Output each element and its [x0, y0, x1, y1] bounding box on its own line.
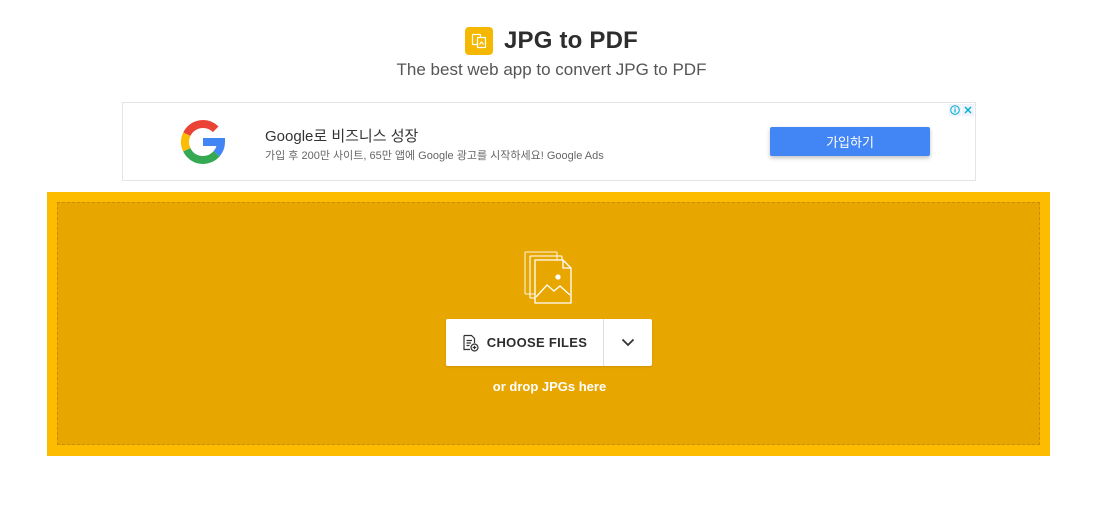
title-row: JPG to PDF: [0, 24, 1103, 58]
tagline: The best web app to convert JPG to PDF: [396, 60, 707, 79]
google-g-logo-icon: [181, 120, 226, 164]
ad-banner[interactable]: Google로 비즈니스 성장 가입 후 200만 사이트, 65만 앱에 Go…: [122, 102, 976, 181]
header: JPG to PDF The best web app to convert J…: [0, 24, 1103, 80]
ad-headline[interactable]: Google로 비즈니스 성장: [265, 125, 418, 146]
choose-files-group: CHOOSE FILES: [446, 319, 652, 366]
ad-choices: [949, 104, 974, 116]
ad-signup-button[interactable]: 가입하기: [770, 127, 930, 156]
drop-hint: or drop JPGs here: [492, 379, 607, 394]
upload-options-dropdown-button[interactable]: [604, 319, 651, 366]
choose-files-button[interactable]: CHOOSE FILES: [446, 319, 604, 366]
jpg-to-pdf-logo-icon[interactable]: [464, 27, 493, 55]
drop-zone[interactable]: CHOOSE FILES or drop JPGs here: [57, 202, 1040, 445]
image-files-icon: [524, 251, 572, 304]
chevron-down-icon: [621, 338, 634, 347]
ad-close-icon[interactable]: [962, 104, 974, 116]
ad-info-icon[interactable]: [949, 104, 961, 116]
choose-files-label: CHOOSE FILES: [486, 335, 588, 350]
ad-description: 가입 후 200만 사이트, 65만 앱에 Google 광고를 시작하세요! …: [265, 150, 604, 162]
upload-area[interactable]: CHOOSE FILES or drop JPGs here: [47, 192, 1050, 456]
add-file-icon: [463, 334, 479, 352]
page: JPG to PDF The best web app to convert J…: [0, 0, 1103, 505]
app-title: JPG to PDF: [503, 27, 638, 54]
